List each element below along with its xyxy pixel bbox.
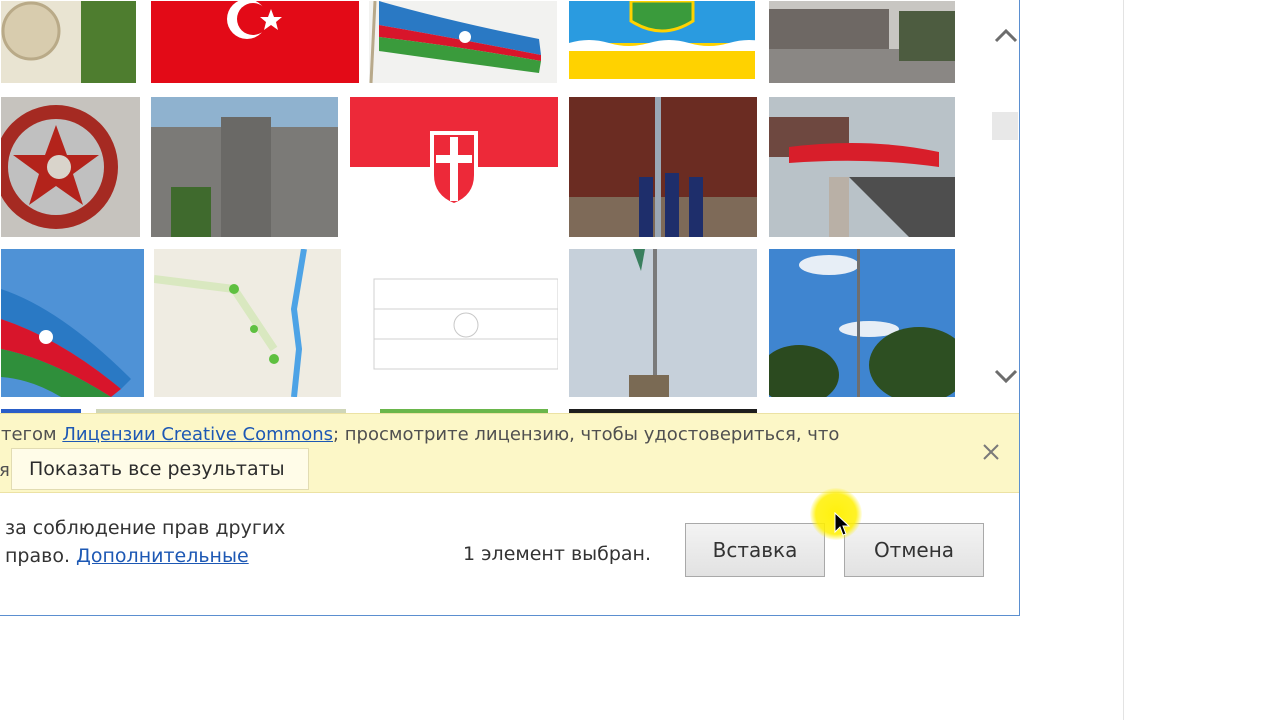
chevron-up-icon [994, 28, 1018, 43]
image-thumb-city-square[interactable] [769, 1, 955, 83]
image-thumb-emblem-blue-yellow[interactable] [569, 1, 755, 79]
image-thumb-turkey-flag[interactable] [151, 1, 359, 83]
image-thumb-honor-guard[interactable] [569, 97, 757, 237]
show-all-results-button[interactable]: Показать все результаты [11, 448, 309, 490]
close-icon [983, 444, 999, 460]
copyright-line-1: за соблюдение прав других [5, 517, 286, 539]
red-order-star-medal-image [1, 97, 140, 237]
image-thumb-flagpole[interactable] [569, 249, 757, 397]
chevron-down-icon [994, 369, 1018, 384]
license-text-prefix: тегом [1, 424, 63, 445]
background-divider [1123, 0, 1124, 720]
more-info-link[interactable]: Дополнительные [76, 545, 249, 567]
trees-sky-pole-image [769, 249, 955, 397]
license-text-suffix: ; просмотрите лицензию, чтобы удостовери… [333, 424, 840, 445]
copyright-line-2-prefix: право. [5, 545, 77, 567]
street-map-image [154, 249, 341, 397]
vienna-flag-image [350, 97, 558, 237]
copyright-notice: за соблюдение прав других право. Дополни… [5, 514, 285, 570]
emblem-blue-yellow-image [569, 1, 755, 79]
parade-turkish-flags-image [769, 97, 955, 237]
soviet-building-image [151, 97, 338, 237]
image-thumb-azerbaijan-flag-sky[interactable] [1, 249, 144, 397]
close-infobar-button[interactable] [979, 440, 1003, 464]
license-info-bar: тегом Лицензии Creative Commons; просмот… [0, 413, 1019, 493]
image-thumb-soviet-building[interactable] [151, 97, 338, 237]
emblem-gold-image [1, 1, 136, 83]
cancel-button[interactable]: Отмена [844, 523, 984, 577]
city-square-image [769, 1, 955, 83]
insert-image-dialog: тегом Лицензии Creative Commons; просмот… [0, 0, 1020, 616]
image-thumb-azerbaijan-flag-waving[interactable] [369, 1, 557, 83]
honor-guard-image [569, 97, 757, 237]
image-thumb-emblem-gold[interactable] [1, 1, 136, 83]
image-thumb-red-order-star-medal[interactable] [1, 97, 140, 237]
license-notice-text: тегом Лицензии Creative Commons; просмот… [1, 424, 839, 445]
image-thumb-street-map[interactable] [154, 249, 341, 397]
azerbaijan-flag-waving-image [369, 1, 557, 83]
copyright-line-2: право. Дополнительные [5, 542, 285, 570]
image-thumb-emblem-line-drawing[interactable] [354, 249, 558, 397]
image-thumb-parade-turkish-flags[interactable] [769, 97, 955, 237]
flagpole-image [569, 249, 757, 397]
azerbaijan-flag-sky-image [1, 249, 144, 397]
scrollbar-thumb[interactable] [992, 112, 1018, 140]
insert-button[interactable]: Вставка [685, 523, 825, 577]
license-link[interactable]: Лицензии Creative Commons [62, 424, 333, 445]
mouse-pointer-icon [834, 512, 850, 536]
image-thumb-trees-sky-pole[interactable] [769, 249, 955, 397]
image-thumb-vienna-flag[interactable] [350, 97, 558, 237]
turkey-flag-image [151, 1, 359, 83]
scroll-down-button[interactable] [991, 361, 1019, 391]
scroll-up-button[interactable] [991, 21, 1019, 51]
selection-count-label: 1 элемент выбран. [463, 543, 652, 565]
emblem-line-drawing-image [354, 249, 558, 397]
